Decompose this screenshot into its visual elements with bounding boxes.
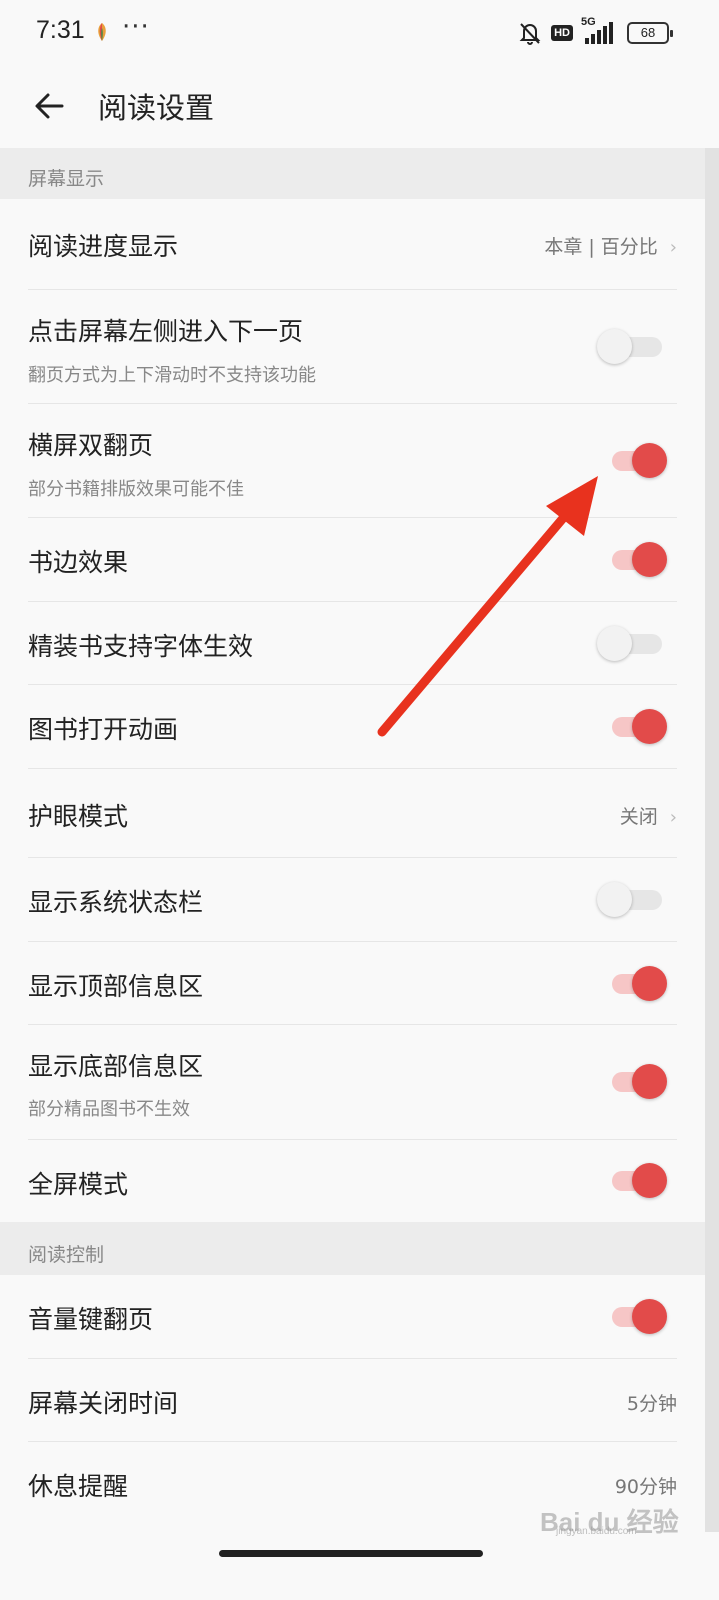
app-notification-icon: [98, 23, 106, 41]
setting-value: 5分钟: [626, 1393, 677, 1415]
hd-voice-icon: HD: [551, 25, 573, 41]
status-icons: HD 5G 68: [517, 16, 673, 48]
setting-title: 精装书支持字体生效: [28, 632, 254, 661]
toggle-switch[interactable]: [612, 963, 668, 1005]
setting-row-eye-care[interactable]: 护眼模式 关闭 ›: [28, 769, 677, 858]
chevron-right-icon: ›: [669, 237, 677, 258]
more-notifications-icon: ···: [122, 12, 150, 42]
toggle-switch[interactable]: [612, 706, 668, 748]
toggle-switch[interactable]: [612, 539, 668, 581]
toggle-switch[interactable]: [597, 326, 668, 368]
setting-title: 显示系统状态栏: [28, 888, 204, 917]
setting-row-book-edge[interactable]: 书边效果: [28, 518, 677, 602]
setting-row-bottom-info[interactable]: 显示底部信息区 部分精品图书不生效: [28, 1025, 677, 1140]
setting-value: 关闭 ›: [619, 806, 677, 828]
chevron-right-icon: ›: [669, 807, 677, 828]
page-title: 阅读设置: [98, 91, 215, 125]
setting-title: 书边效果: [28, 548, 129, 577]
setting-subtitle: 翻页方式为上下滑动时不支持该功能: [28, 365, 316, 386]
setting-row-system-status-bar[interactable]: 显示系统状态栏: [28, 858, 677, 942]
mute-bell-icon: [519, 23, 541, 45]
setting-title: 音量键翻页: [28, 1305, 154, 1334]
setting-row-open-animation[interactable]: 图书打开动画: [28, 685, 677, 769]
section-title: 阅读控制: [28, 1244, 105, 1266]
setting-row-reading-progress[interactable]: 阅读进度显示 本章 | 百分比 ›: [28, 199, 677, 290]
toggle-switch[interactable]: [612, 1296, 668, 1338]
toggle-switch[interactable]: [612, 1160, 668, 1202]
section-title: 屏幕显示: [28, 168, 105, 190]
setting-title: 全屏模式: [28, 1170, 129, 1199]
toggle-switch[interactable]: [612, 440, 668, 482]
setting-row-fullscreen[interactable]: 全屏模式: [28, 1140, 677, 1222]
setting-row-hardcover-font[interactable]: 精装书支持字体生效: [28, 602, 677, 685]
setting-title: 阅读进度显示: [28, 232, 179, 261]
setting-subtitle: 部分书籍排版效果可能不佳: [28, 479, 244, 500]
setting-title: 显示底部信息区: [28, 1052, 204, 1081]
setting-subtitle: 部分精品图书不生效: [28, 1099, 190, 1120]
gesture-bar: Bai du 经验 jingyan.baidu.com: [0, 1507, 719, 1600]
setting-title: 点击屏幕左侧进入下一页: [28, 317, 304, 346]
signal-icon: 5G: [581, 16, 619, 46]
display-settings-list: 阅读进度显示 本章 | 百分比 › 点击屏幕左侧进入下一页 翻页方式为上下滑动时不…: [0, 199, 705, 1222]
app-bar: 阅读设置: [0, 66, 719, 148]
setting-value: 90分钟: [614, 1476, 677, 1498]
setting-row-screen-timeout[interactable]: 屏幕关闭时间 5分钟: [28, 1359, 677, 1442]
setting-title: 护眼模式: [28, 802, 129, 831]
section-header-display: 屏幕显示: [0, 148, 705, 199]
toggle-switch[interactable]: [597, 879, 668, 921]
status-time: 7:31: [36, 16, 85, 44]
setting-row-top-info[interactable]: 显示顶部信息区: [28, 942, 677, 1025]
watermark-sub: jingyan.baidu.com: [556, 1526, 637, 1537]
setting-title: 横屏双翻页: [28, 431, 154, 460]
scrollbar[interactable]: [705, 148, 719, 1538]
toggle-switch[interactable]: [612, 1061, 668, 1103]
control-settings-list: 音量键翻页 屏幕关闭时间 5分钟 休息提醒 90分钟: [0, 1275, 705, 1532]
setting-title: 休息提醒: [28, 1472, 129, 1501]
battery-icon: 68: [627, 22, 673, 44]
setting-title: 图书打开动画: [28, 715, 179, 744]
section-header-control: 阅读控制: [0, 1222, 705, 1275]
setting-title: 显示顶部信息区: [28, 972, 204, 1001]
setting-row-landscape-double[interactable]: 横屏双翻页 部分书籍排版效果可能不佳: [28, 404, 677, 518]
status-bar: 7:31 ··· HD 5G 68: [0, 0, 719, 66]
toggle-switch[interactable]: [597, 623, 668, 665]
setting-value: 本章 | 百分比 ›: [544, 236, 677, 258]
setting-row-tap-left-next[interactable]: 点击屏幕左侧进入下一页 翻页方式为上下滑动时不支持该功能: [28, 290, 677, 404]
back-arrow-icon[interactable]: [30, 86, 70, 126]
home-handle[interactable]: [219, 1550, 483, 1557]
setting-row-volume-key[interactable]: 音量键翻页: [28, 1275, 677, 1359]
setting-title: 屏幕关闭时间: [28, 1389, 179, 1418]
